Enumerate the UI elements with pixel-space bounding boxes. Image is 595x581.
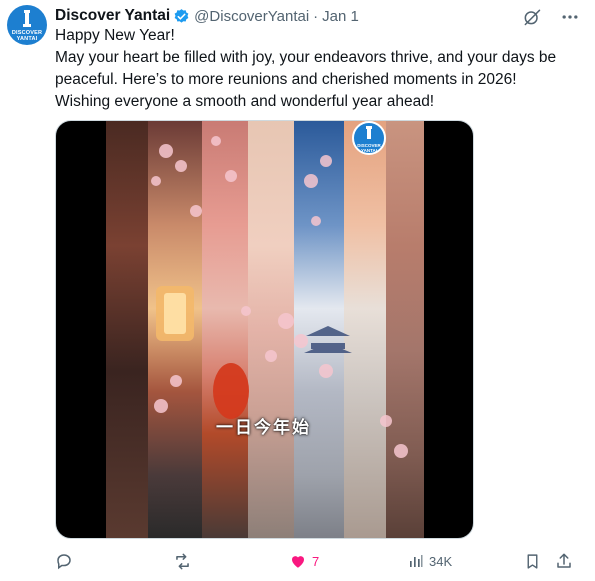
reply-button[interactable] xyxy=(55,549,73,573)
share-button[interactable] xyxy=(555,549,573,573)
like-button[interactable]: 7 xyxy=(289,549,319,573)
video-caption: 一日今年始 xyxy=(216,418,311,438)
tweet-text-line: May your heart be filled with joy, your … xyxy=(55,49,557,66)
tweet-media-video[interactable]: DISCOVER YANTAI 一日今年始 xyxy=(55,120,474,539)
views-icon xyxy=(410,555,423,567)
retweet-icon xyxy=(176,553,189,569)
tweet-text-line: peaceful. Here’s to more reunions and ch… xyxy=(55,71,517,88)
views-count: 34K xyxy=(429,553,453,569)
reply-icon xyxy=(57,554,71,570)
verified-badge-icon xyxy=(173,8,190,25)
tweet-actions: 7 34K xyxy=(55,549,580,573)
bookmark-icon xyxy=(527,553,538,569)
tweet[interactable]: DISCOVER YANTAI Discover Yantai @Discove… xyxy=(0,0,595,581)
bookmark-button[interactable] xyxy=(524,549,541,573)
cherry-blossom-overlay xyxy=(151,136,408,458)
heart-icon xyxy=(292,556,304,568)
retweet-button[interactable] xyxy=(173,549,192,573)
tweet-date[interactable]: Jan 1 xyxy=(322,8,359,25)
tweet-text-line: Happy New Year! xyxy=(55,27,175,44)
share-icon xyxy=(557,553,571,568)
like-count: 7 xyxy=(312,553,320,569)
display-name[interactable]: Discover Yantai xyxy=(55,7,170,25)
avatar-text: DISCOVER YANTAI xyxy=(11,30,43,42)
avatar[interactable]: DISCOVER YANTAI xyxy=(7,5,47,45)
views-button[interactable]: 34K xyxy=(408,549,452,573)
handle[interactable]: @DiscoverYantai xyxy=(194,8,309,25)
media-logo: DISCOVER YANTAI xyxy=(352,121,386,155)
separator: · xyxy=(313,7,319,25)
tweet-text: Happy New Year! May your heart be filled… xyxy=(55,25,580,113)
tweet-header: Discover Yantai @DiscoverYantai · Jan 1 xyxy=(55,5,359,27)
tweet-text-line: Wishing everyone a smooth and wonderful … xyxy=(55,93,435,110)
